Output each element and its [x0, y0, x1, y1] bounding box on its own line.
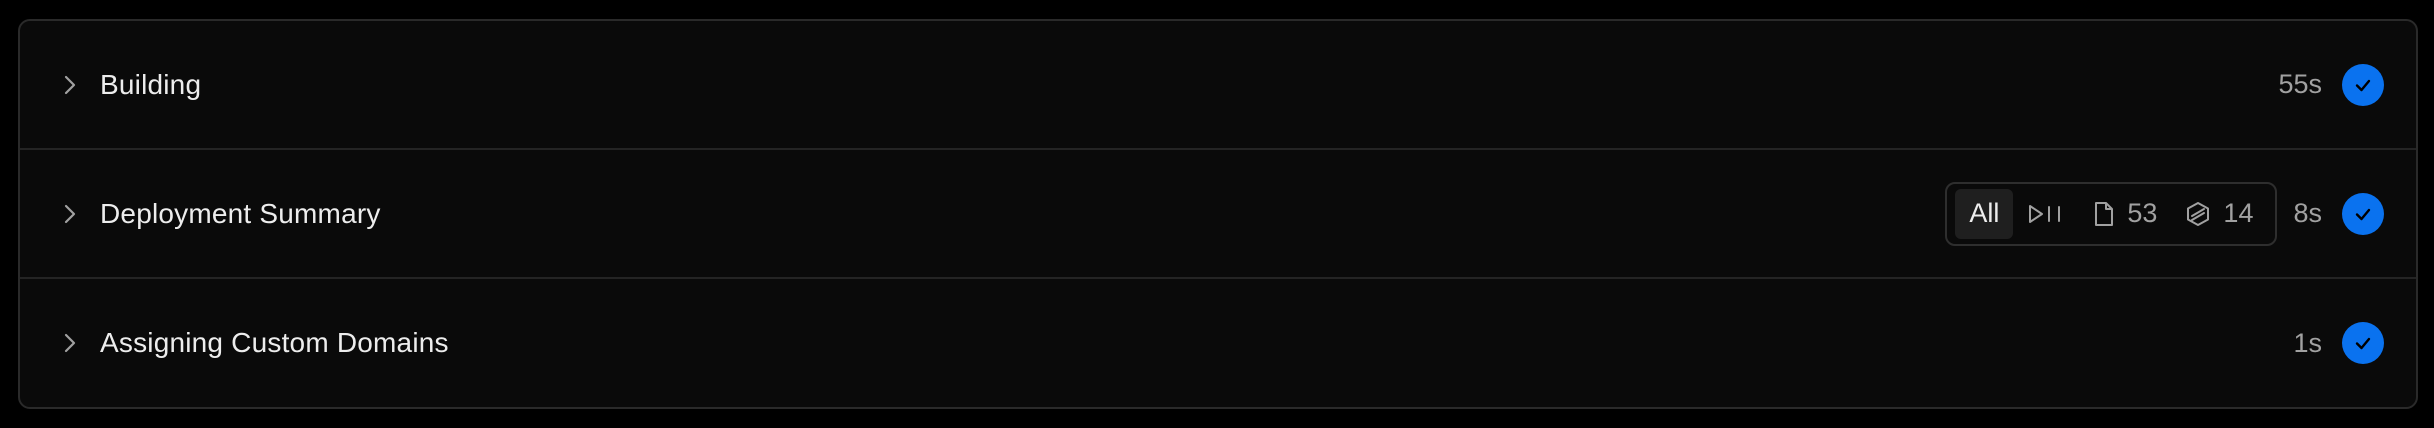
play-pause-icon	[2027, 203, 2065, 225]
chevron-right-icon[interactable]	[58, 331, 82, 355]
step-meta: 55s	[2278, 63, 2384, 106]
step-duration: 55s	[2278, 69, 2322, 99]
step-row-deployment-summary[interactable]: Deployment Summary All 53 14 8s	[20, 150, 2416, 279]
functions-icon	[2185, 201, 2211, 227]
step-duration: 8s	[2293, 198, 2322, 228]
filter-static-files-button[interactable]: 53	[2079, 189, 2171, 239]
deployment-steps-panel: Building 55s Deployment Summary All 53 1…	[18, 19, 2418, 409]
step-row-assigning-custom-domains[interactable]: Assigning Custom Domains 1s	[20, 279, 2416, 407]
filter-all-button[interactable]: All	[1955, 188, 2014, 239]
step-title: Assigning Custom Domains	[100, 327, 449, 358]
step-row-building[interactable]: Building 55s	[20, 21, 2416, 150]
step-title: Deployment Summary	[100, 197, 381, 229]
step-duration: 1s	[2293, 327, 2322, 358]
filter-all-label: All	[1969, 198, 2000, 228]
filter-functions-button[interactable]: 14	[2171, 189, 2267, 239]
static-files-count: 53	[2127, 198, 2158, 228]
check-icon	[2342, 322, 2384, 364]
check-icon	[2342, 63, 2384, 106]
functions-count: 14	[2223, 198, 2254, 228]
check-icon	[2342, 192, 2384, 235]
chevron-right-icon[interactable]	[58, 73, 82, 97]
step-meta: 1s	[2293, 322, 2384, 364]
file-icon	[2093, 201, 2115, 227]
output-filter-group: All 53 14	[1945, 181, 2278, 246]
filter-middleware-button[interactable]	[2013, 189, 2079, 239]
step-meta: All 53 14 8s	[1945, 181, 2384, 246]
chevron-right-icon[interactable]	[58, 202, 82, 226]
step-title: Building	[100, 68, 202, 100]
